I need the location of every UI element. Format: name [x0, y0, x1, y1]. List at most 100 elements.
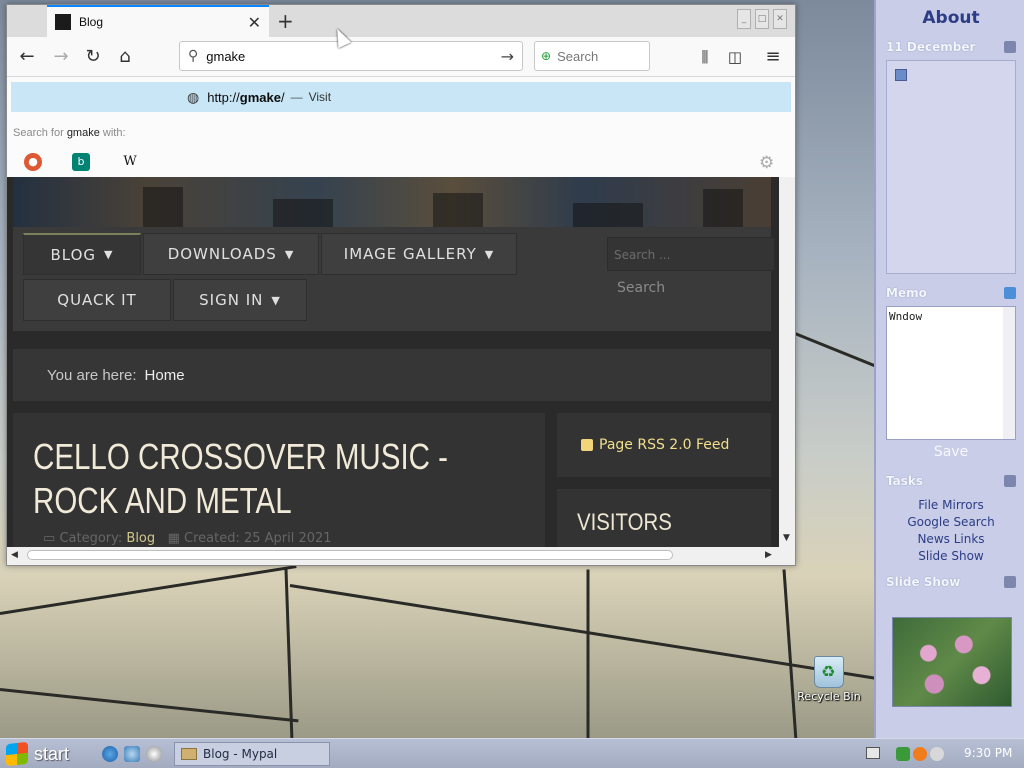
calendar-options-icon[interactable]: [1004, 41, 1016, 53]
desktop-sidebar: About 11 December Memo Wndow Save Tasks …: [874, 0, 1024, 738]
minimize-button[interactable]: _: [737, 9, 751, 29]
suggestion-action: Visit: [308, 90, 332, 104]
calendar-icon: ▦: [167, 531, 180, 546]
category-link[interactable]: Blog: [126, 531, 155, 546]
slideshow-image[interactable]: [892, 617, 1012, 707]
search-tray-icon[interactable]: [913, 747, 927, 761]
article-title[interactable]: CELLO CROSSOVER MUSIC - ROCK AND METAL: [33, 435, 517, 523]
forward-arrow-icon[interactable]: →: [49, 45, 73, 69]
site-main-menu: BLOG ▼ DOWNLOADS ▼ IMAGE GALLERY ▼ QUACK IT…: [13, 227, 775, 331]
site-search-input[interactable]: Search ...: [607, 237, 775, 271]
maximize-button[interactable]: □: [755, 9, 769, 29]
start-button[interactable]: start: [0, 739, 92, 768]
created-date: Created: 25 April 2021: [184, 531, 332, 546]
horizontal-scroll-thumb[interactable]: [27, 550, 673, 560]
chevron-down-icon: ▼: [104, 248, 114, 261]
hamburger-menu-icon[interactable]: ≡: [761, 45, 785, 69]
memo-options-icon[interactable]: [1004, 287, 1016, 299]
chevron-down-icon: ▼: [284, 247, 295, 261]
bridge-cable: [782, 569, 799, 738]
slideshow-label: Slide Show: [886, 575, 961, 589]
rss-feed-link[interactable]: Page RSS 2.0 Feed: [557, 413, 771, 477]
slideshow-options-icon[interactable]: [1004, 576, 1016, 588]
task-slide-show[interactable]: Slide Show: [876, 549, 1024, 563]
breadcrumb-label: You are here:: [47, 366, 137, 384]
memo-scrollbar[interactable]: [1003, 307, 1015, 439]
menu-item-blog[interactable]: BLOG ▼: [23, 233, 141, 275]
browser-app-icon: [181, 748, 197, 760]
memo-textarea[interactable]: Wndow: [886, 306, 1016, 440]
article-meta: ▭ Category: Blog ▦ Created: 25 April 202…: [43, 531, 332, 546]
internet-explorer-icon[interactable]: [102, 746, 118, 762]
chevron-down-icon: ▼: [271, 293, 281, 307]
close-tab-icon[interactable]: ✕: [248, 13, 261, 32]
web-page-content: BLOG ▼ DOWNLOADS ▼ IMAGE GALLERY ▼ QUACK IT…: [7, 177, 779, 547]
article-card: CELLO CROSSOVER MUSIC - ROCK AND METAL ▭…: [13, 413, 545, 547]
tab-blog[interactable]: Blog ✕: [47, 5, 269, 37]
search-placeholder: Search: [557, 48, 599, 64]
menu-item-image-gallery[interactable]: IMAGE GALLERY ▼: [321, 233, 517, 275]
vertical-scrollbar[interactable]: ▼: [779, 177, 795, 547]
menu-item-quack-it[interactable]: QUACK IT: [23, 279, 171, 321]
keyboard-icon[interactable]: [866, 747, 880, 759]
suggestion-url: http://gmake/: [207, 89, 285, 105]
tab-bar: Blog ✕ + _ □ ✕: [7, 5, 795, 37]
search-box[interactable]: ⊕ Search: [534, 41, 650, 71]
horizontal-scrollbar[interactable]: ◀ ▶: [7, 547, 779, 563]
duckduckgo-icon[interactable]: ●: [24, 153, 42, 171]
close-window-button[interactable]: ✕: [773, 9, 787, 29]
suggestion-separator: —: [290, 90, 303, 104]
site-search-button[interactable]: Search: [607, 275, 673, 305]
scroll-left-arrow-icon[interactable]: ◀: [11, 550, 18, 560]
url-bar[interactable]: ⚲ gmake →: [179, 41, 523, 71]
scroll-down-arrow-icon[interactable]: ▼: [783, 533, 790, 543]
image-placeholder-icon: [895, 69, 907, 81]
recycle-bin-shortcut[interactable]: Recycle Bin: [796, 656, 862, 703]
memo-save-button[interactable]: Save: [886, 444, 1016, 460]
media-player-icon[interactable]: [146, 746, 162, 762]
visitors-module: VISITORS: [557, 489, 771, 547]
explorer-icon[interactable]: [124, 746, 140, 762]
clock[interactable]: 9:30 PM: [964, 746, 1012, 760]
bridge-cable: [0, 565, 297, 615]
menu-item-sign-in[interactable]: SIGN IN ▼: [173, 279, 307, 321]
task-file-mirrors[interactable]: File Mirrors: [876, 498, 1024, 512]
windows-logo-icon: [6, 741, 28, 767]
reload-icon[interactable]: ↻: [81, 45, 105, 69]
taskbar-button-blog-mypal[interactable]: Blog - Mypal: [174, 742, 330, 766]
library-icon[interactable]: ⫼: [693, 45, 717, 69]
tasks-options-icon[interactable]: [1004, 475, 1016, 487]
task-news-links[interactable]: News Links: [876, 532, 1024, 546]
tasks-label: Tasks: [886, 474, 924, 488]
bridge-cable: [0, 688, 299, 723]
home-icon[interactable]: ⌂: [113, 45, 137, 69]
menu-item-downloads[interactable]: DOWNLOADS ▼: [143, 233, 319, 275]
globe-icon: ◍: [187, 88, 200, 105]
go-arrow-icon[interactable]: →: [501, 47, 514, 66]
rss-icon: [581, 439, 593, 451]
browser-window: Blog ✕ + _ □ ✕ ← → ↻ ⌂ ⚲ gmake → ⊕ Searc…: [6, 4, 796, 566]
url-input[interactable]: gmake: [206, 49, 500, 64]
bridge-cable: [284, 569, 294, 738]
suggestion-visit-row[interactable]: ◍ http://gmake/ — Visit: [11, 82, 791, 112]
visitors-heading: VISITORS: [577, 509, 672, 536]
back-arrow-icon[interactable]: ←: [15, 45, 39, 69]
scroll-right-arrow-icon[interactable]: ▶: [765, 550, 772, 560]
breadcrumb: You are here: Home: [13, 349, 771, 401]
sidebar-title[interactable]: About: [876, 8, 1024, 28]
recycle-bin-icon: [814, 656, 844, 688]
bing-icon[interactable]: b: [72, 153, 90, 171]
volume-icon[interactable]: [930, 747, 944, 761]
bridge-cable: [586, 569, 590, 738]
sidebar-toggle-icon[interactable]: ◫: [723, 45, 747, 69]
site-banner: [13, 177, 771, 227]
breadcrumb-home-link[interactable]: Home: [145, 367, 185, 384]
calendar-panel: [886, 60, 1016, 274]
new-tab-button[interactable]: +: [277, 9, 294, 33]
wikipedia-icon[interactable]: W: [121, 153, 139, 171]
task-google-search[interactable]: Google Search: [876, 515, 1024, 529]
folder-icon: ▭: [43, 531, 56, 546]
calendar-date: 11 December: [886, 40, 976, 54]
gear-icon[interactable]: ⚙: [759, 153, 774, 173]
network-icon[interactable]: [896, 747, 910, 761]
